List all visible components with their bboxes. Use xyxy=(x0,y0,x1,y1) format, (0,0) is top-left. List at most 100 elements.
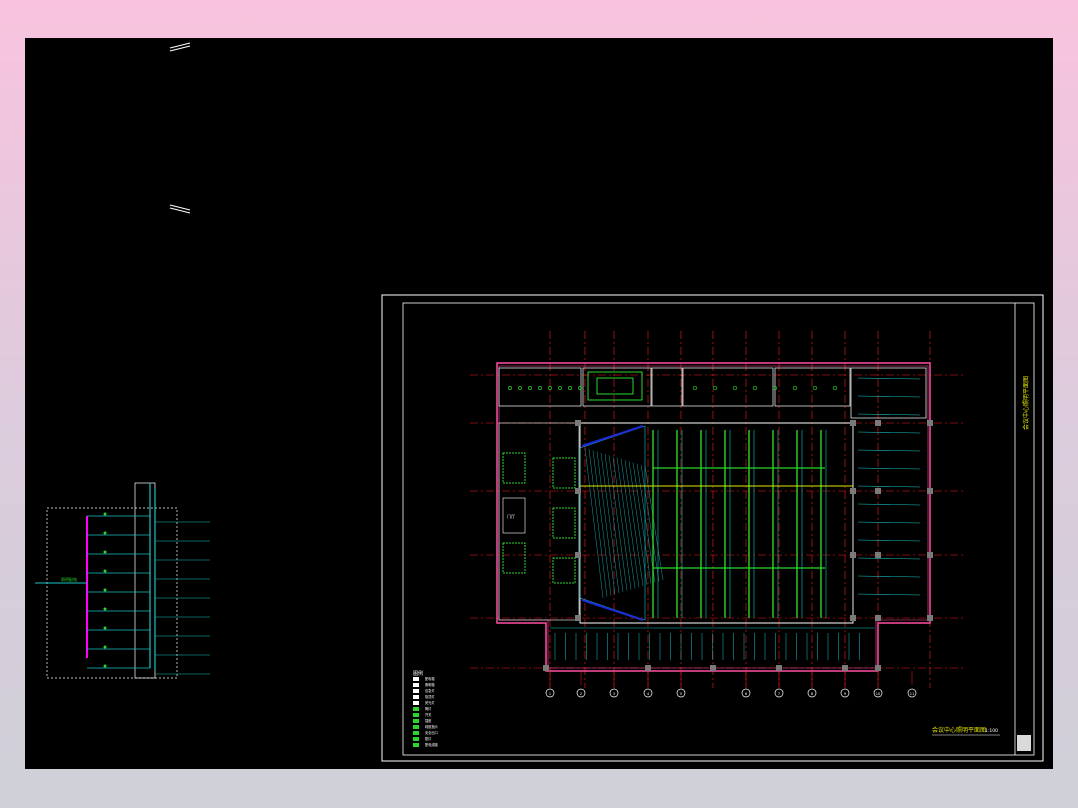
column xyxy=(927,552,933,558)
right-wing-circuit xyxy=(857,593,921,596)
right-wing-circuit xyxy=(857,575,921,578)
column xyxy=(575,615,581,621)
axis-bubble-label: 11 xyxy=(910,692,914,696)
axis-bubble-label: 4 xyxy=(647,692,650,696)
legend-swatch xyxy=(413,713,419,717)
legend-item: 壁灯 xyxy=(425,736,432,741)
stray-marks xyxy=(169,42,191,214)
room xyxy=(850,367,927,419)
cad-model-space[interactable]: 照明配电 会议中心照明平面图 门厅 1 2 3 4 5 6 7 8 9 10 11 图例 配电箱 照明… xyxy=(25,38,1053,769)
riser-fixture xyxy=(103,626,107,630)
title-block-name: 会议中心照明平面图 xyxy=(1022,376,1030,430)
seat-row xyxy=(584,447,604,599)
sheet-title: 会议中心照明平面图 xyxy=(932,726,986,734)
seat-row xyxy=(592,450,612,596)
ceiling-light xyxy=(832,385,838,391)
column xyxy=(645,665,651,671)
legend-swatch xyxy=(413,725,419,729)
legend: 图例 配电箱照明箱应急灯吸顶灯荧光灯筒灯开关插座疏散指示安全出口壁灯配电线路 xyxy=(413,670,439,747)
equipment-room xyxy=(587,371,643,401)
right-wing-circuit xyxy=(857,539,921,542)
riser-diagram: 照明配电 xyxy=(35,482,210,679)
seat-row xyxy=(616,457,636,589)
seat-row xyxy=(596,451,616,595)
axis-bubble-label: 8 xyxy=(811,692,813,696)
toilet-block xyxy=(552,557,576,584)
legend-item: 荧光灯 xyxy=(425,700,435,705)
legend-swatch xyxy=(413,707,419,711)
axis-bubble-label: 5 xyxy=(680,692,682,696)
column xyxy=(575,552,581,558)
seat-row xyxy=(588,449,608,597)
riser-fixture xyxy=(103,550,107,554)
ceiling-light xyxy=(752,385,758,391)
legend-swatch xyxy=(413,743,419,747)
legend-item: 照明箱 xyxy=(425,682,435,687)
column xyxy=(875,420,881,426)
column xyxy=(575,488,581,494)
column xyxy=(850,552,856,558)
column xyxy=(776,665,782,671)
room xyxy=(651,367,683,407)
right-wing-circuit xyxy=(857,467,921,470)
legend-swatch xyxy=(413,701,419,705)
legend-title: 图例 xyxy=(413,670,423,677)
right-wing-circuit xyxy=(857,395,921,398)
stage-edge xyxy=(581,425,644,447)
axis-bubble-label: 6 xyxy=(745,692,747,696)
riser-fixture xyxy=(103,645,107,649)
seat-row xyxy=(600,452,620,594)
sheet-border xyxy=(381,294,1044,762)
room xyxy=(774,367,851,407)
riser-fixture xyxy=(103,588,107,592)
column xyxy=(875,665,881,671)
ceiling-light xyxy=(712,385,718,391)
legend-item: 应急灯 xyxy=(425,688,435,693)
seat-row xyxy=(624,459,644,587)
legend-item: 配电箱 xyxy=(425,676,435,681)
ceiling-light xyxy=(732,385,738,391)
axis-bubble-label: 2 xyxy=(580,692,582,696)
room-label: 门厅 xyxy=(507,513,515,519)
axis-bubble-label: 9 xyxy=(844,692,846,696)
legend-swatch xyxy=(413,731,419,735)
riser-fixture xyxy=(103,531,107,535)
qr-stamp xyxy=(1017,735,1031,751)
legend-item: 插座 xyxy=(425,718,432,723)
column xyxy=(875,615,881,621)
seat-row xyxy=(640,464,660,582)
riser-fixture xyxy=(103,664,107,668)
ceiling-light xyxy=(792,385,798,391)
column xyxy=(927,420,933,426)
legend-swatch xyxy=(413,689,419,693)
drawing-canvas: 照明配电 会议中心照明平面图 门厅 1 2 3 4 5 6 7 8 9 10 11 图例 配电箱照明… xyxy=(35,42,1044,762)
toilet-block xyxy=(502,452,526,484)
column xyxy=(850,488,856,494)
legend-swatch xyxy=(413,683,419,687)
toilet-block xyxy=(502,542,526,574)
exterior-wall xyxy=(496,362,931,672)
legend-item: 疏散指示 xyxy=(425,724,438,729)
seat-row xyxy=(628,461,648,585)
ceiling-light xyxy=(812,385,818,391)
column xyxy=(927,615,933,621)
legend-swatch xyxy=(413,719,419,723)
legend-swatch xyxy=(413,695,419,699)
column xyxy=(927,488,933,494)
equipment xyxy=(596,377,634,395)
legend-item: 配电线路 xyxy=(425,742,439,747)
axis-bubble-label: 10 xyxy=(876,692,880,696)
legend-swatch xyxy=(413,737,419,741)
axis-bubble-label: 7 xyxy=(778,692,780,696)
seat-row xyxy=(612,456,632,590)
ceiling-light xyxy=(558,386,562,390)
ceiling-light xyxy=(568,386,572,390)
legend-item: 筒灯 xyxy=(425,706,432,711)
seat-row xyxy=(608,455,628,591)
seat-row xyxy=(620,458,640,588)
riser-fixture xyxy=(103,607,107,611)
legend-item: 吸顶灯 xyxy=(425,694,435,699)
column xyxy=(850,420,856,426)
title-block: 会议中心照明平面图 xyxy=(1014,303,1030,755)
riser-fixture xyxy=(103,512,107,516)
